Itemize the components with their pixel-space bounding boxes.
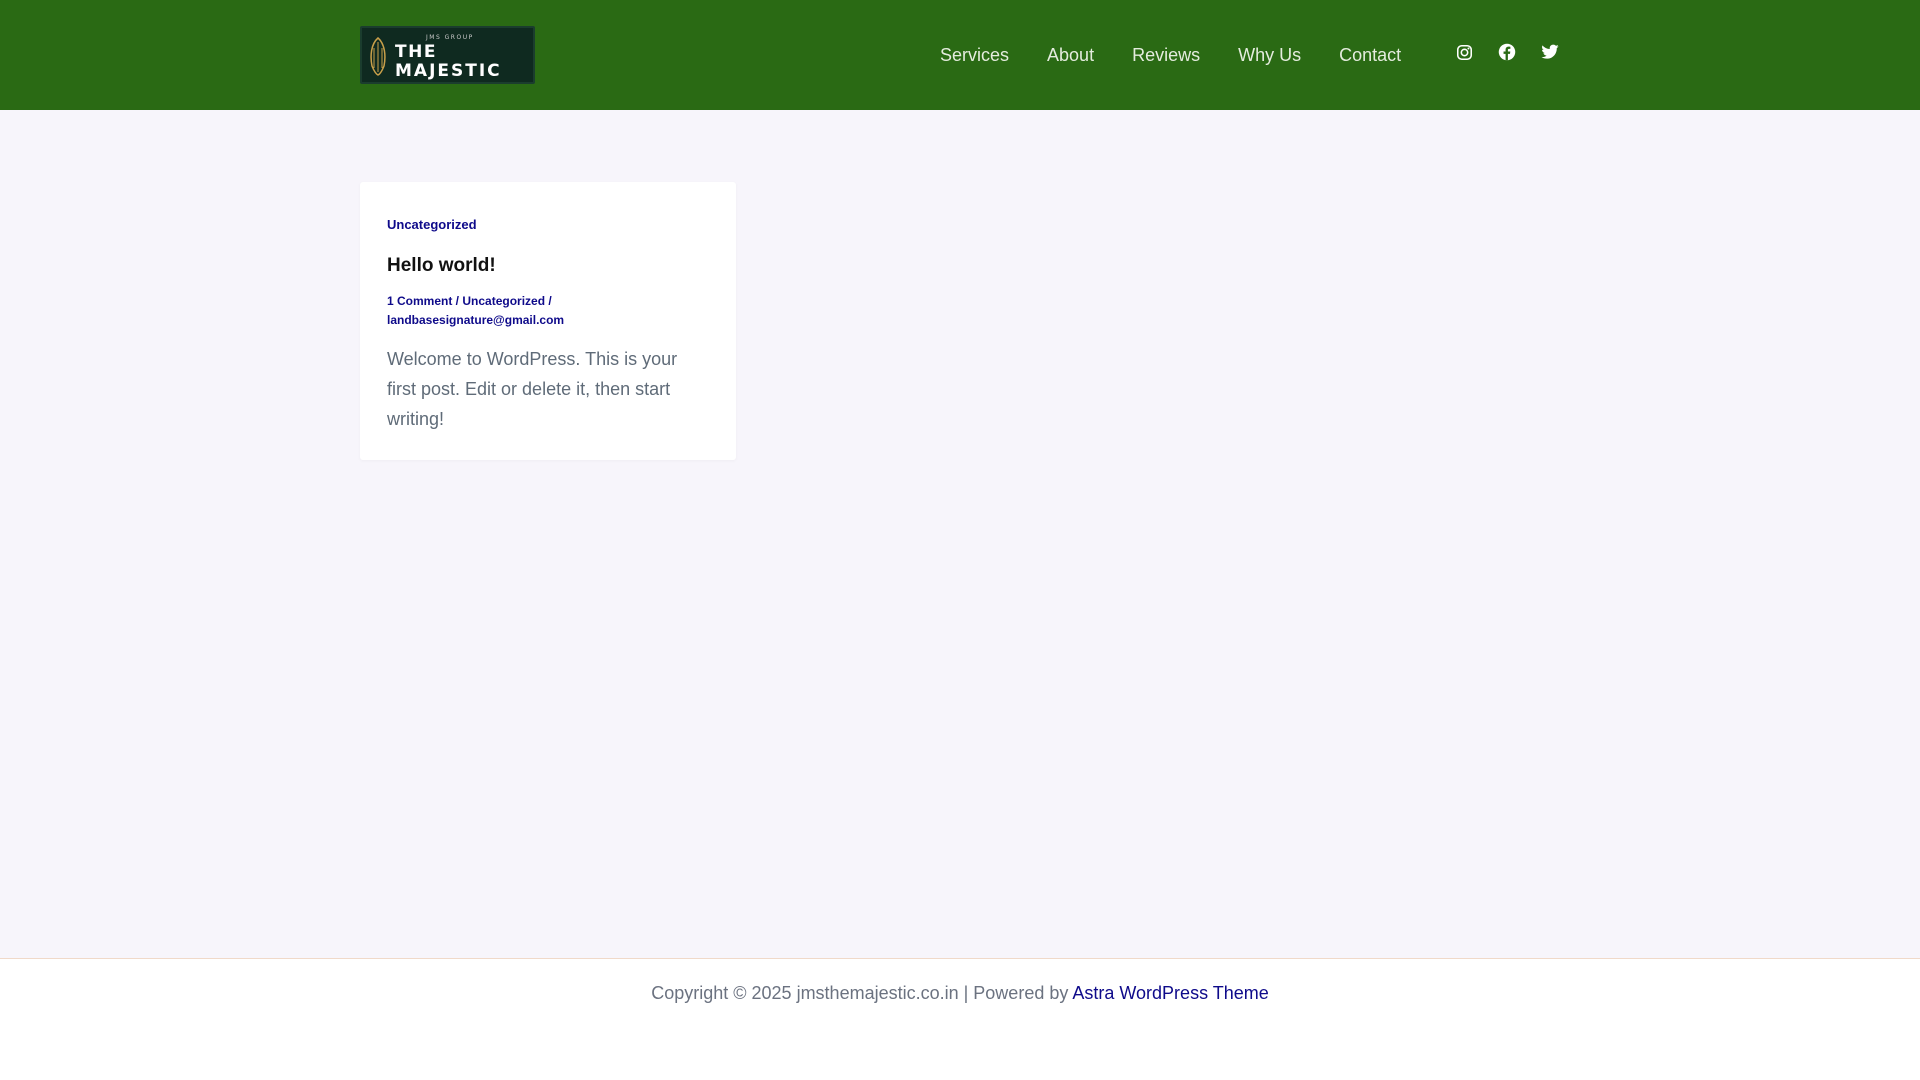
post-category-link[interactable]: Uncategorized	[387, 217, 477, 232]
copyright-text: Copyright © 2025 jmsthemajestic.co.in | …	[651, 983, 1073, 1003]
nav-item-reviews[interactable]: Reviews	[1132, 45, 1200, 66]
majestic-emblem-icon	[370, 37, 386, 76]
nav-item-why-us[interactable]: Why Us	[1238, 45, 1301, 66]
nav-item-services[interactable]: Services	[940, 45, 1009, 66]
post-title[interactable]: Hello world!	[387, 255, 496, 277]
primary-nav: Services About Reviews Why Us Contact	[940, 0, 1401, 110]
meta-separator: /	[452, 294, 463, 308]
nav-item-about[interactable]: About	[1047, 45, 1094, 66]
post-card: Uncategorized Hello world! 1 Comment / U…	[360, 182, 736, 460]
facebook-icon[interactable]	[1498, 43, 1516, 61]
site-footer: Copyright © 2025 jmsthemajestic.co.in | …	[0, 958, 1920, 1080]
social-links	[1455, 43, 1559, 61]
logo-group-text: JMS GROUP	[426, 34, 474, 41]
post-comments-link[interactable]: 1 Comment	[387, 294, 452, 308]
post-excerpt: Welcome to WordPress. This is your first…	[387, 349, 678, 429]
post-meta: 1 Comment / Uncategorized / landbasesigna…	[387, 292, 717, 330]
instagram-icon[interactable]	[1455, 43, 1473, 61]
site-logo[interactable]: JMS GROUP THE MAJESTIC	[360, 26, 535, 84]
astra-theme-link[interactable]: Astra WordPress Theme	[1072, 983, 1268, 1003]
meta-separator: /	[545, 294, 552, 308]
post-author-link[interactable]: landbasesignature@gmail.com	[387, 313, 564, 327]
footer-copyright: Copyright © 2025 jmsthemajestic.co.in | …	[0, 983, 1920, 1004]
nav-item-contact[interactable]: Contact	[1339, 45, 1401, 66]
site-header: JMS GROUP THE MAJESTIC Services About Re…	[0, 0, 1920, 110]
twitter-icon[interactable]	[1541, 43, 1559, 61]
logo-line-2: MAJESTIC	[395, 61, 502, 81]
logo-line-1: THE	[395, 42, 437, 62]
post-meta-category-link[interactable]: Uncategorized	[462, 294, 545, 308]
